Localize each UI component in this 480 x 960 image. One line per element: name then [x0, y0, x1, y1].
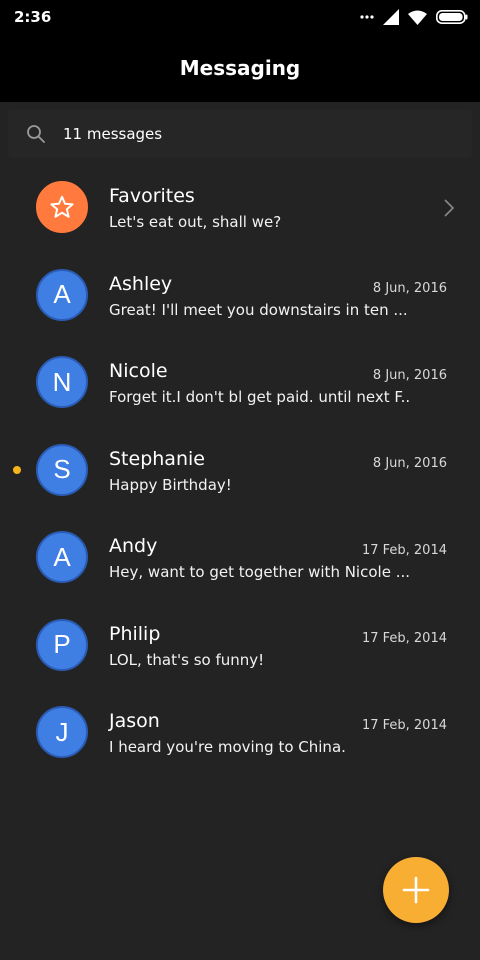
conversation-preview: I heard you're moving to China.	[109, 738, 346, 756]
conversation-name: Jason	[109, 710, 160, 732]
avatar: J	[36, 706, 88, 758]
search-icon	[27, 125, 45, 143]
conversation-date: 8 Jun, 2016	[372, 368, 447, 383]
conversation-row[interactable]: S Stephanie 8 Jun, 2016 Happy Birthday!	[0, 428, 480, 516]
conversation-preview: Happy Birthday!	[109, 475, 232, 494]
favorites-avatar	[36, 181, 88, 233]
page-title: Messaging	[179, 56, 301, 80]
conversation-name: Philip	[109, 622, 161, 645]
avatar: A	[36, 531, 88, 583]
status-bar: 2:36	[0, 0, 480, 36]
unread-indicator	[13, 465, 21, 474]
conversation-row-favorites[interactable]: Favorites Let's eat out, shall we?	[0, 165, 480, 253]
status-time: 2:36	[14, 8, 52, 26]
conversation-date: 17 Feb, 2014	[361, 630, 447, 646]
avatar: P	[36, 618, 88, 671]
conversation-list: Favorites Let's eat out, shall we? A Ash…	[0, 165, 480, 778]
app-header: Messaging	[0, 36, 480, 102]
conversation-row[interactable]: N Nicole 8 Jun, 2016 Forget it.I don't b…	[0, 340, 480, 428]
conversation-date: 8 Jun, 2016	[372, 280, 447, 296]
star-icon	[50, 195, 74, 218]
search-bar[interactable]: 11 messages	[8, 110, 472, 158]
conversation-name: Nicole	[109, 360, 168, 382]
conversation-preview: Great! I'll meet you downstairs in ten .…	[109, 300, 408, 319]
messaging-screen: 2:36 Messaging 11 messages Favorites Let…	[0, 0, 480, 960]
conversation-row[interactable]: P Philip 17 Feb, 2014 LOL, that's so fun…	[0, 603, 480, 691]
conversation-name: Favorites	[109, 185, 195, 207]
conversation-name: Ashley	[109, 272, 173, 295]
chevron-right-icon	[444, 199, 454, 217]
more-dots-icon	[360, 15, 374, 19]
avatar: S	[36, 443, 88, 496]
conversation-preview: Forget it.I don't bl get paid. until nex…	[109, 388, 409, 406]
conversation-date: 17 Feb, 2014	[361, 718, 447, 733]
search-input[interactable]: 11 messages	[63, 125, 162, 143]
conversation-date: 8 Jun, 2016	[372, 455, 447, 471]
conversation-name: Andy	[109, 535, 158, 557]
conversation-preview: LOL, that's so funny!	[109, 650, 265, 669]
wifi-icon	[408, 10, 427, 25]
avatar: N	[36, 356, 88, 408]
avatar: A	[36, 268, 88, 321]
conversation-name: Stephanie	[109, 447, 205, 470]
plus-icon	[402, 876, 430, 904]
battery-icon	[436, 10, 468, 24]
status-icons	[360, 8, 468, 26]
conversation-row[interactable]: A Andy 17 Feb, 2014 Hey, want to get tog…	[0, 515, 480, 603]
conversation-row[interactable]: J Jason 17 Feb, 2014 I heard you're movi…	[0, 690, 480, 778]
new-message-button[interactable]	[383, 857, 449, 923]
signal-icon	[383, 9, 399, 25]
conversation-date: 17 Feb, 2014	[361, 543, 447, 558]
conversation-preview: Hey, want to get together with Nicole ..…	[109, 563, 409, 581]
conversation-row[interactable]: A Ashley 8 Jun, 2016 Great! I'll meet yo…	[0, 253, 480, 341]
conversation-preview: Let's eat out, shall we?	[109, 213, 282, 231]
